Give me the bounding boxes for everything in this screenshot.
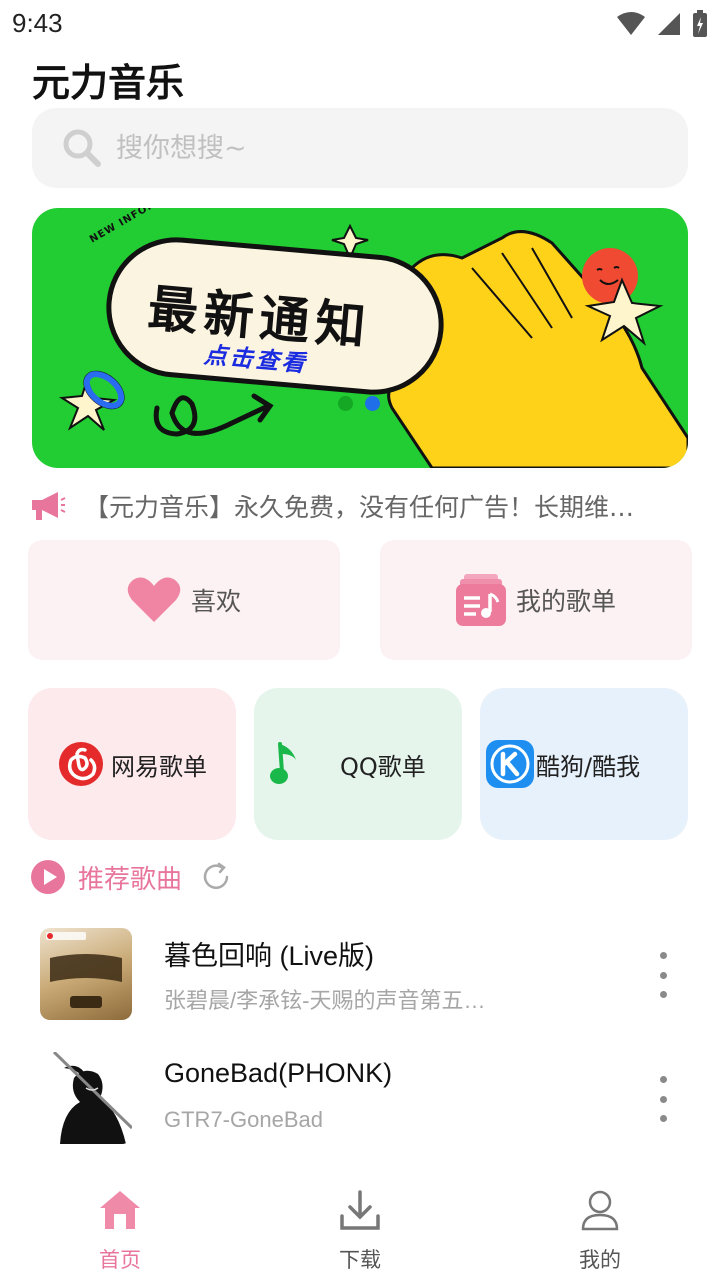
search-box[interactable] <box>32 108 688 188</box>
song-title: 暮色回响 (Live版) <box>164 941 375 971</box>
recommend-title: 推荐歌曲 <box>78 864 183 895</box>
song-cover <box>40 1052 132 1144</box>
netease-playlist-card[interactable]: 网易歌单 <box>28 688 236 840</box>
my-playlist-card[interactable]: 我的歌单 <box>380 540 692 660</box>
song-item[interactable]: GoneBad(PHONK) GTR7-GoneBad <box>40 1052 690 1146</box>
download-icon <box>340 1190 380 1230</box>
qq-label: QQ歌单 <box>340 752 426 781</box>
bottom-nav: 首页 下载 我的 <box>0 1180 720 1280</box>
battery-icon <box>693 10 707 37</box>
my-playlist-label: 我的歌单 <box>515 587 616 616</box>
qq-playlist-card[interactable]: QQ歌单 <box>254 688 462 840</box>
playlist-icon <box>455 574 506 626</box>
wifi-icon <box>617 12 645 35</box>
qq-music-icon <box>270 742 296 784</box>
song-title: GoneBad(PHONK) <box>164 1058 393 1088</box>
recommend-header: 推荐歌曲 <box>30 856 232 898</box>
nav-profile-label: 我的 <box>579 1248 621 1272</box>
banner-carousel[interactable]: NEW INFORMARTION 最新通知 点击查看 <box>32 208 688 468</box>
cell-signal-icon <box>658 13 680 35</box>
nav-home-label: 首页 <box>99 1248 141 1272</box>
heart-icon <box>127 577 181 622</box>
megaphone-icon <box>32 492 66 520</box>
notice-bar[interactable]: 【元力音乐】永久免费，没有任何广告！长期维… <box>30 486 690 526</box>
refresh-icon[interactable] <box>200 861 232 893</box>
more-icon[interactable] <box>652 952 674 998</box>
notice-text: 【元力音乐】永久免费，没有任何广告！长期维… <box>84 493 635 522</box>
nav-download-label: 下载 <box>339 1248 381 1272</box>
search-icon <box>63 129 101 167</box>
song-artist: 张碧晨/李承铉-天赐的声音第五… <box>164 988 486 1013</box>
kugou-playlist-card[interactable]: 酷狗/酷我 <box>480 688 688 840</box>
profile-icon <box>581 1190 619 1231</box>
carousel-dot[interactable] <box>338 396 353 411</box>
status-bar: 9:43 <box>0 0 720 48</box>
nav-home[interactable]: 首页 <box>50 1188 190 1280</box>
home-icon <box>100 1191 140 1229</box>
favorites-label: 喜欢 <box>190 587 241 616</box>
song-item[interactable]: 暮色回响 (Live版) 张碧晨/李承铉-天赐的声音第五… <box>40 928 690 1022</box>
song-artist: GTR7-GoneBad <box>164 1107 323 1132</box>
nav-profile[interactable]: 我的 <box>530 1188 670 1280</box>
kugou-icon <box>486 740 534 788</box>
kugou-label: 酷狗/酷我 <box>536 752 641 781</box>
status-icons <box>616 10 708 38</box>
status-time: 9:43 <box>12 8 63 38</box>
carousel-dot-active[interactable] <box>365 396 380 411</box>
favorites-card[interactable]: 喜欢 <box>28 540 340 660</box>
netease-label: 网易歌单 <box>111 752 207 781</box>
song-cover <box>40 928 132 1020</box>
app-title: 元力音乐 <box>32 61 185 105</box>
play-circle-icon <box>31 860 65 894</box>
nav-download[interactable]: 下载 <box>290 1188 430 1280</box>
netease-icon <box>59 742 103 786</box>
carousel-indicator <box>338 396 380 411</box>
more-icon[interactable] <box>652 1076 674 1122</box>
search-input[interactable] <box>116 132 616 164</box>
